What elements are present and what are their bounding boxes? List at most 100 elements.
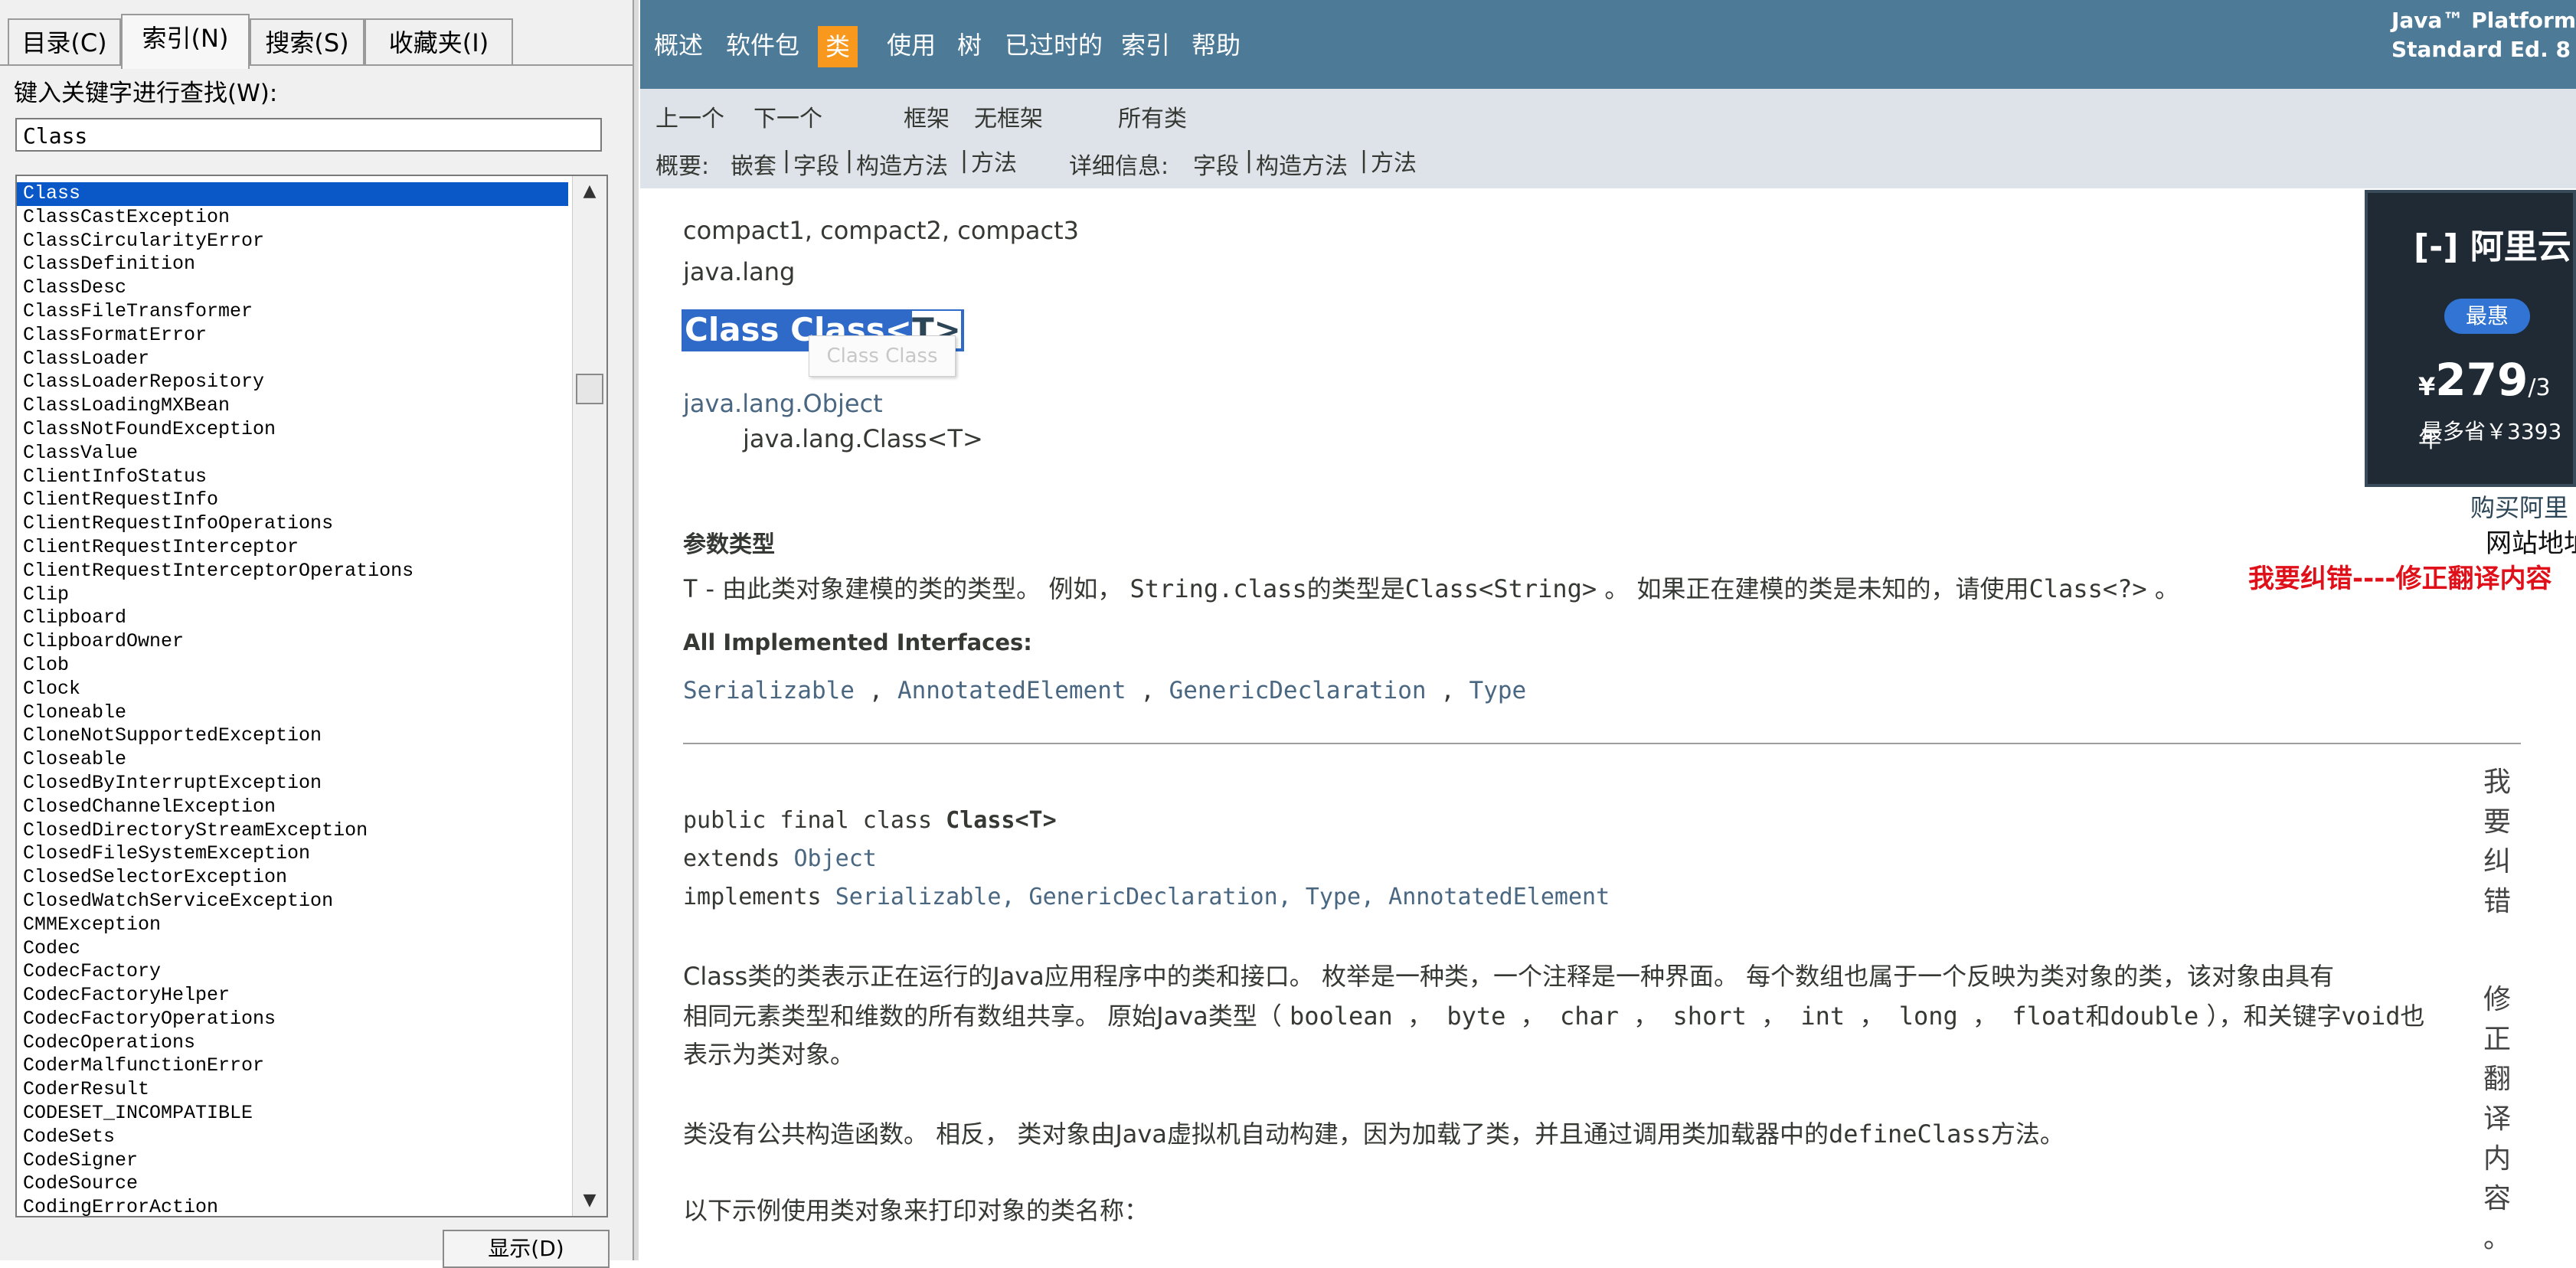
- advertisement[interactable]: [-] 阿里云 最惠 ¥279/3年 最多省￥3393: [2365, 190, 2576, 487]
- nav-overview[interactable]: 概述: [654, 28, 703, 63]
- list-item[interactable]: ClientRequestInfo: [17, 489, 568, 512]
- nav-package[interactable]: 软件包: [726, 28, 799, 63]
- type-params-heading: 参数类型: [683, 531, 775, 558]
- list-item[interactable]: CodingErrorAction: [17, 1196, 568, 1216]
- ad-site-link[interactable]: 网站地址: [2486, 522, 2576, 560]
- list-item[interactable]: ClassLoaderRepository: [17, 371, 568, 394]
- scroll-down-icon[interactable]: ▼: [573, 1185, 606, 1216]
- list-item[interactable]: CodeSets: [17, 1126, 568, 1149]
- ad-buy-link[interactable]: 购买阿里: [2470, 489, 2568, 524]
- list-item[interactable]: CoderResult: [17, 1078, 568, 1102]
- list-item[interactable]: CodecFactoryOperations: [17, 1008, 568, 1031]
- summary-nested-link[interactable]: 嵌套: [731, 147, 776, 181]
- tab-favorites[interactable]: 收藏夹(I): [364, 18, 513, 66]
- nav-help[interactable]: 帮助: [1192, 28, 1241, 63]
- tab-contents[interactable]: 目录(C): [8, 18, 121, 66]
- interface-genericdeclaration-link[interactable]: GenericDeclaration: [1169, 677, 1427, 704]
- list-item[interactable]: Clob: [17, 654, 568, 678]
- list-item[interactable]: ClassDesc: [17, 276, 568, 300]
- list-item[interactable]: ClassFileTransformer: [17, 300, 568, 324]
- decl-implements-links[interactable]: Serializable, GenericDeclaration, Type, …: [835, 884, 1610, 910]
- nav-class[interactable]: 类: [818, 26, 858, 67]
- list-item[interactable]: Closeable: [17, 748, 568, 772]
- list-item[interactable]: ClassNotFoundException: [17, 418, 568, 442]
- list-item[interactable]: ClosedChannelException: [17, 796, 568, 819]
- list-item[interactable]: ClassFormatError: [17, 324, 568, 348]
- list-item[interactable]: CodecOperations: [17, 1031, 568, 1055]
- list-item[interactable]: Class: [17, 182, 568, 206]
- description-paragraph-1-line1: Class类的类表示正在运行的Java应用程序中的类和接口。 枚举是一种类，一个…: [683, 962, 2335, 991]
- list-item[interactable]: CodecFactoryHelper: [17, 984, 568, 1008]
- frames-link[interactable]: 框架: [904, 100, 950, 133]
- list-item[interactable]: ClosedWatchServiceException: [17, 890, 568, 913]
- prev-class-link[interactable]: 上一个: [655, 100, 724, 133]
- hierarchy-parent-link[interactable]: java.lang.Object: [683, 389, 883, 418]
- list-item[interactable]: CodeSource: [17, 1172, 568, 1196]
- list-item[interactable]: Cloneable: [17, 701, 568, 725]
- list-item[interactable]: CODESET_INCOMPATIBLE: [17, 1102, 568, 1126]
- list-item[interactable]: ClosedByInterruptException: [17, 772, 568, 796]
- decl-extends-link[interactable]: Object: [794, 845, 877, 872]
- report-error-vertical[interactable]: 我 要 纠 错: [2482, 763, 2512, 922]
- list-item[interactable]: ClosedSelectorException: [17, 866, 568, 890]
- tab-search[interactable]: 搜索(S): [250, 18, 364, 66]
- report-error-link[interactable]: 我要纠错----修正翻译内容: [2248, 557, 2551, 595]
- list-item[interactable]: CodecFactory: [17, 960, 568, 984]
- tab-index[interactable]: 索引(N): [121, 14, 250, 69]
- list-item[interactable]: ClientRequestInterceptorOperations: [17, 560, 568, 583]
- nav-index[interactable]: 索引: [1121, 28, 1170, 63]
- nav-use[interactable]: 使用: [887, 28, 936, 63]
- top-nav-bar: 概述 软件包 类 使用 树 已过时的 索引 帮助 Java™ Platform …: [640, 0, 2576, 89]
- ad-savings: 最多省￥3393: [2421, 419, 2562, 444]
- list-item[interactable]: Clip: [17, 583, 568, 607]
- display-button[interactable]: 显示(D): [443, 1230, 610, 1268]
- detail-field-link[interactable]: 字段: [1193, 147, 1239, 181]
- list-item[interactable]: ClientRequestInfoOperations: [17, 512, 568, 536]
- list-item[interactable]: ClosedDirectoryStreamException: [17, 819, 568, 843]
- interface-type-link[interactable]: Type: [1469, 677, 1527, 704]
- summary-field-link[interactable]: 字段: [793, 147, 839, 181]
- nav-deprecated[interactable]: 已过时的: [1005, 28, 1103, 63]
- list-item[interactable]: CoderMalfunctionError: [17, 1054, 568, 1078]
- list-scrollbar[interactable]: ▲ ▼: [572, 176, 606, 1216]
- summary-ctor-link[interactable]: 构造方法: [856, 147, 948, 181]
- platform-line1: Java™ Platform: [2391, 8, 2576, 33]
- scroll-up-icon[interactable]: ▲: [573, 176, 606, 207]
- nav-tree[interactable]: 树: [957, 28, 982, 63]
- list-item[interactable]: CodeSigner: [17, 1149, 568, 1173]
- list-item[interactable]: ClientInfoStatus: [17, 466, 568, 489]
- type-param-desc-4: 。: [2146, 574, 2179, 603]
- interface-annotatedelement-link[interactable]: AnnotatedElement: [897, 677, 1126, 704]
- pane-splitter[interactable]: [633, 0, 639, 1260]
- detail-method-link[interactable]: 方法: [1371, 144, 1417, 178]
- list-item[interactable]: Clock: [17, 678, 568, 701]
- list-item[interactable]: ClipboardOwner: [17, 630, 568, 654]
- list-item[interactable]: ClientRequestInterceptor: [17, 536, 568, 560]
- type-param-desc-3: 。 如果正在建模的类是未知的，请使用: [1597, 574, 2029, 603]
- summary-method-link[interactable]: 方法: [971, 144, 1017, 178]
- no-frames-link[interactable]: 无框架: [974, 100, 1043, 133]
- detail-ctor-link[interactable]: 构造方法: [1256, 147, 1348, 181]
- list-item[interactable]: ClassValue: [17, 442, 568, 466]
- list-item[interactable]: CloneNotSupportedException: [17, 724, 568, 748]
- next-class-link[interactable]: 下一个: [754, 100, 822, 133]
- interface-serializable-link[interactable]: Serializable: [683, 677, 855, 704]
- list-item[interactable]: ClassDefinition: [17, 253, 568, 276]
- scroll-thumb[interactable]: [576, 374, 603, 404]
- all-classes-link[interactable]: 所有类: [1118, 100, 1187, 133]
- list-item[interactable]: ClosedFileSystemException: [17, 842, 568, 866]
- list-item[interactable]: ClassLoader: [17, 348, 568, 371]
- list-item[interactable]: ClassCircularityError: [17, 230, 568, 253]
- list-item[interactable]: ClassCastException: [17, 206, 568, 230]
- summary-label: 概要:: [655, 153, 710, 180]
- desc1-line2b: 和: [2085, 1002, 2110, 1031]
- list-item[interactable]: CMMException: [17, 913, 568, 937]
- fix-translation-vertical[interactable]: 修 正 翻 译 内 容 。: [2482, 980, 2512, 1259]
- index-search-input[interactable]: Class: [15, 118, 602, 152]
- list-item[interactable]: Clipboard: [17, 606, 568, 630]
- type-param-description: T - 由此类对象建模的类的类型。 例如， String.class的类型是Cl…: [683, 570, 2179, 605]
- list-item[interactable]: Codec: [17, 937, 568, 961]
- index-list[interactable]: Class ClassCastException ClassCircularityE…: [15, 175, 608, 1217]
- list-item[interactable]: ClassLoadingMXBean: [17, 394, 568, 418]
- detail-sep: |: [1360, 147, 1368, 174]
